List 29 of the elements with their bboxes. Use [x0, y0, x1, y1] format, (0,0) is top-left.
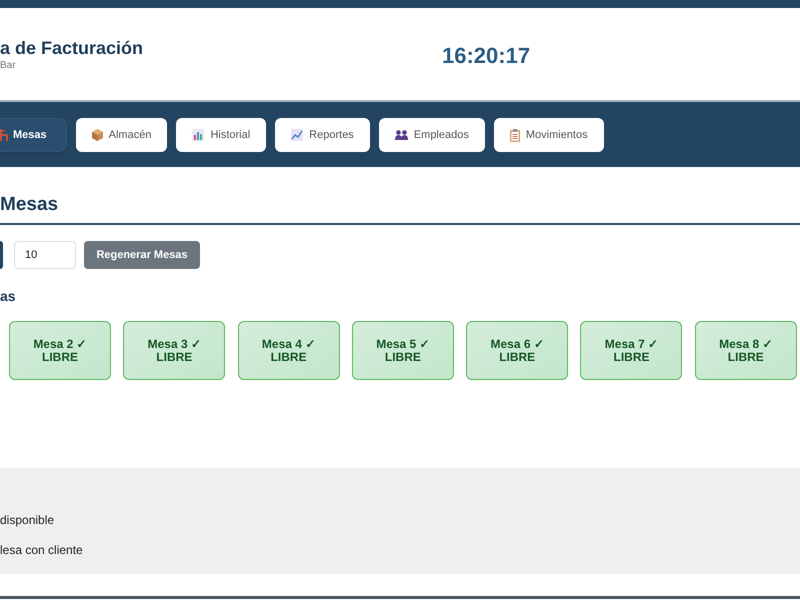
chair-icon	[0, 129, 8, 141]
regenerate-tables-button[interactable]: Regenerar Mesas	[84, 241, 200, 269]
line-chart-icon	[291, 129, 304, 141]
clipboard-icon	[510, 128, 520, 142]
people-icon	[394, 130, 408, 140]
nav-tab[interactable]: Almacén	[76, 118, 168, 152]
nav-tab[interactable]: Reportes	[275, 118, 370, 152]
app-subtitle: Bar	[0, 60, 16, 72]
nav-tab[interactable]: Historial	[176, 118, 266, 152]
app-title: a de Facturación	[0, 37, 144, 60]
box-icon	[92, 129, 103, 141]
clock: 16:20:17	[442, 43, 530, 69]
table-card[interactable]: Mesa 8 ✓ LIBRE	[694, 321, 797, 380]
bar-chart-icon	[192, 129, 204, 141]
table-count-field[interactable]: 10	[14, 241, 76, 269]
table-card[interactable]: Mesa 5 ✓ LIBRE	[352, 321, 454, 380]
table-card[interactable]: Mesa 7 ✓ LIBRE	[580, 321, 682, 380]
nav-tab[interactable]: Empleados	[378, 118, 485, 152]
table-card[interactable]: Mesa 6 ✓ LIBRE	[466, 321, 568, 380]
nav-tab[interactable]: Mesas	[0, 118, 67, 152]
table-card[interactable]: Mesa 2 ✓ LIBRE	[9, 321, 111, 380]
table-card[interactable]: Mesa 4 ✓ LIBRE	[238, 321, 340, 380]
section-title: Mesas	[0, 193, 58, 217]
legend-text: disponible	[0, 512, 54, 528]
cut-off-button[interactable]	[0, 241, 3, 269]
nav-tab[interactable]: Movimientos	[494, 118, 604, 152]
legend-text: lesa con cliente	[0, 542, 83, 558]
table-card[interactable]: Mesa 3 ✓ LIBRE	[123, 321, 226, 380]
subsection-title: as	[0, 287, 16, 305]
